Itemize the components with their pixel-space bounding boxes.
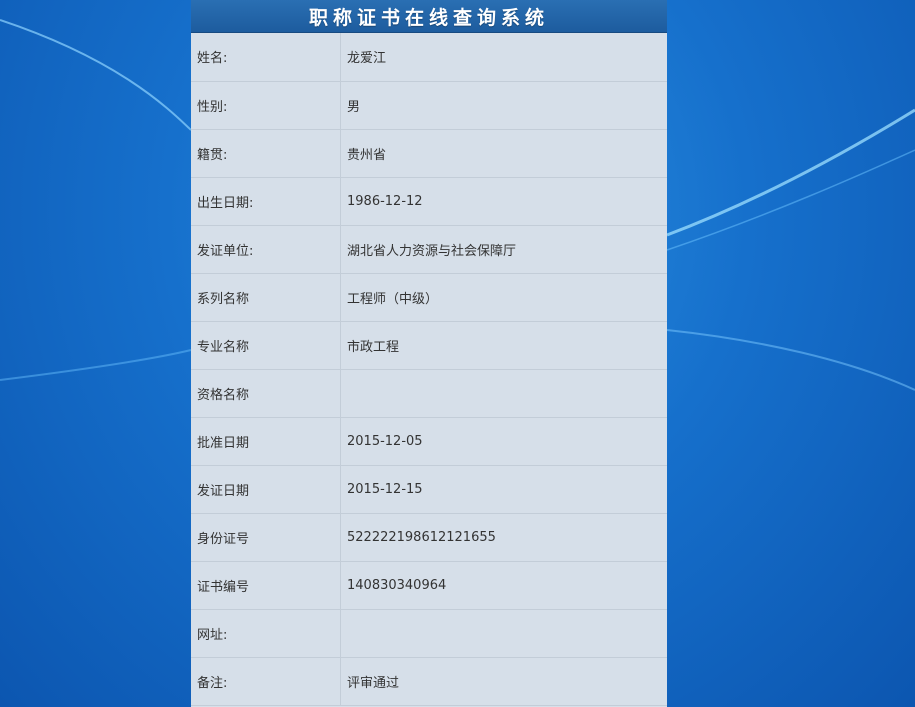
panel-header: 职称证书在线查询系统 xyxy=(191,0,667,33)
row-label: 身份证号 xyxy=(191,513,341,561)
row-value: 工程师（中级） xyxy=(347,291,439,307)
row-label: 备注: xyxy=(191,657,341,705)
row-value: 贵州省 xyxy=(347,147,387,163)
row-label: 姓名: xyxy=(191,33,341,81)
row-label: 发证日期 xyxy=(191,465,341,513)
table-row: 性别: 男 xyxy=(191,81,667,129)
row-label: 出生日期: xyxy=(191,177,341,225)
table-row: 证书编号 140830340964 xyxy=(191,561,667,609)
table-row: 姓名: 龙爱江 xyxy=(191,33,667,81)
row-value: 龙爱江 xyxy=(347,51,387,67)
row-value: 湖北省人力资源与社会保障厅 xyxy=(347,243,517,259)
table-row: 出生日期: 1986-12-12 xyxy=(191,177,667,225)
table-row: 网址: xyxy=(191,609,667,657)
row-value: 522222198612121655 xyxy=(347,529,496,545)
row-value: 男 xyxy=(347,99,361,115)
row-label: 系列名称 xyxy=(191,273,341,321)
table-row: 备注: 评审通过 xyxy=(191,657,667,705)
table-row: 籍贯: 贵州省 xyxy=(191,129,667,177)
row-value xyxy=(341,369,668,417)
row-label: 发证单位: xyxy=(191,225,341,273)
row-value: 1986-12-12 xyxy=(347,193,423,209)
certificate-panel: 职称证书在线查询系统 姓名: 龙爱江 性别: 男籍贯: 贵州省 出生日期: 1986-12-… xyxy=(191,0,667,707)
row-label: 资格名称 xyxy=(191,369,341,417)
row-label: 专业名称 xyxy=(191,321,341,369)
table-row: 发证日期 2015-12-15 xyxy=(191,465,667,513)
row-label: 性别: xyxy=(191,81,341,129)
row-label: 网址: xyxy=(191,609,341,657)
row-value: 市政工程 xyxy=(347,339,400,355)
certificate-info-table: 姓名: 龙爱江 性别: 男籍贯: 贵州省 出生日期: 1986-12-12 发证单位: 湖北省人… xyxy=(191,33,667,706)
table-row: 身份证号 522222198612121655 xyxy=(191,513,667,561)
row-value: 140830340964 xyxy=(347,577,447,593)
row-label: 证书编号 xyxy=(191,561,341,609)
page-title: 职称证书在线查询系统 xyxy=(308,6,549,29)
row-value xyxy=(341,609,668,657)
row-label: 批准日期 xyxy=(191,417,341,465)
row-value: 2015-12-05 xyxy=(347,433,423,449)
row-label: 籍贯: xyxy=(191,129,341,177)
table-row: 专业名称 市政工程 xyxy=(191,321,667,369)
table-row: 发证单位: 湖北省人力资源与社会保障厅 xyxy=(191,225,667,273)
table-row: 资格名称 xyxy=(191,369,667,417)
row-value: 2015-12-15 xyxy=(347,481,423,497)
table-row: 批准日期 2015-12-05 xyxy=(191,417,667,465)
table-row: 系列名称 工程师（中级） xyxy=(191,273,667,321)
row-value: 评审通过 xyxy=(347,675,400,691)
